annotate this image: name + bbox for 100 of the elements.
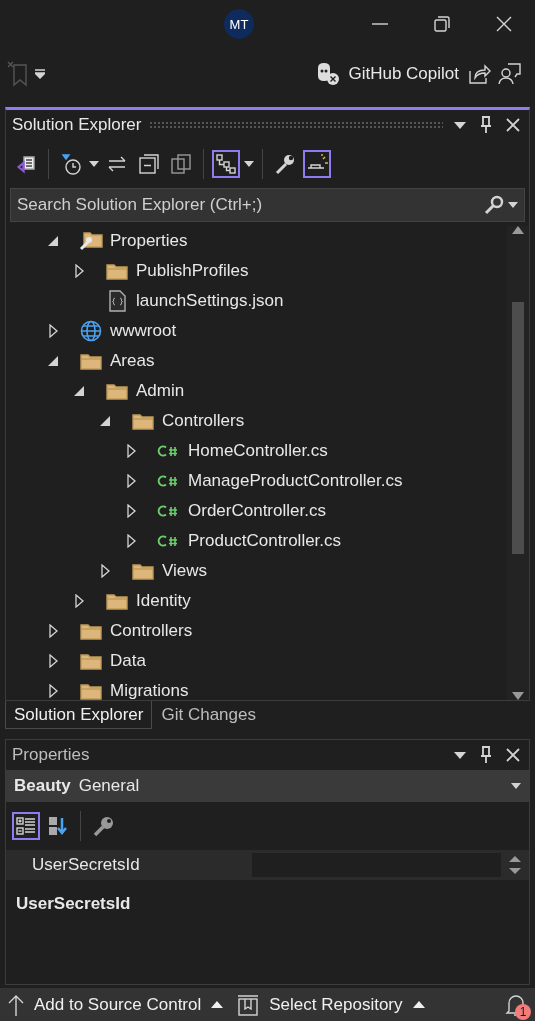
collapsed-arrow-icon[interactable] [74,264,84,278]
notification-badge: 1 [515,1003,531,1020]
collapsed-arrow-icon[interactable] [48,684,58,698]
folder-icon [132,412,154,430]
tree-item[interactable]: PublishProfiles [136,261,249,281]
history-icon [60,153,82,175]
search-field[interactable]: Search Solution Explorer (Ctrl+;) [17,189,480,221]
object-selector[interactable]: Beauty General [6,770,529,802]
collapsed-arrow-icon[interactable] [48,624,58,638]
folder-icon [80,622,102,640]
scroll-up-icon[interactable] [509,856,521,862]
tree-item[interactable]: Controllers [110,621,193,641]
user-avatar[interactable]: MT [224,9,254,39]
pin-icon [480,116,492,134]
collapsed-arrow-icon[interactable] [48,324,58,338]
caret-down-icon [454,751,466,759]
folder-icon [80,682,102,700]
close-icon [506,748,520,762]
scroll-down-icon[interactable] [509,868,521,874]
folder-icon [80,352,102,370]
property-name: UserSecretsId [31,854,141,876]
share-icon [468,63,492,85]
caret-down-icon [454,121,466,129]
collapsed-arrow-icon[interactable] [126,444,136,458]
caret-down-icon[interactable] [244,161,254,167]
alphabetical-icon [47,815,69,837]
close-icon [496,16,512,32]
collapse-icon [138,153,160,175]
pin-icon [480,746,492,764]
feedback-icon [498,62,522,86]
folder-icon [80,652,102,670]
overflow-icon [35,69,45,79]
caret-down-icon [508,202,518,208]
panel-title: Solution Explorer [12,115,142,135]
description-title: UserSecretsId [15,893,132,915]
collapsed-arrow-icon[interactable] [100,564,110,578]
caret-up-icon [412,1001,425,1008]
expanded-arrow-icon[interactable] [74,386,84,396]
collapsed-arrow-icon[interactable] [126,474,136,488]
arrow-up-icon [8,993,24,1016]
expanded-arrow-icon[interactable] [48,236,58,246]
folder-icon [106,262,128,280]
property-pages-icon [92,815,114,837]
wrench-folder-icon [79,231,103,251]
caret-up-icon [211,1001,224,1008]
tree-item[interactable]: launchSettings.json [136,291,284,311]
scroll-down-icon[interactable] [512,692,524,700]
folder-icon [106,382,128,400]
tree-item[interactable]: ManageProductController.cs [188,471,403,491]
search-icon [484,195,504,215]
tree-item[interactable]: wwwroot [110,321,177,341]
tree-item[interactable]: Areas [110,351,155,371]
tree-item[interactable]: Controllers [162,411,245,431]
repository-icon [237,993,260,1016]
folder-icon [132,562,154,580]
source-control-button[interactable]: Add to Source Control [4,993,228,1016]
collapsed-arrow-icon[interactable] [126,534,136,548]
restore-icon [434,16,450,32]
tree-item[interactable]: Properties [110,231,188,251]
bell-icon [505,992,527,1017]
bookmark-icon [7,61,29,87]
tree-item[interactable]: Migrations [110,681,189,700]
wrench-icon [274,153,296,175]
scroll-up-icon[interactable] [512,226,524,234]
folder-icon [106,592,128,610]
copilot-button[interactable]: GitHub Copilot [308,62,465,86]
tree-item[interactable]: HomeController.cs [188,441,328,461]
close-icon [506,118,520,132]
tree-view-icon [215,153,237,175]
categorized-button[interactable] [12,812,40,840]
expanded-arrow-icon[interactable] [100,416,110,426]
scrollbar-thumb[interactable] [512,302,524,554]
tree-view-button[interactable] [212,150,240,178]
globe-icon [80,320,102,342]
panel-title: Properties [12,745,90,765]
search-box[interactable]: Search Solution Explorer (Ctrl+;) [10,188,525,222]
tree-item[interactable]: Views [162,561,208,581]
panel-tab[interactable]: Git Changes [152,701,265,729]
copies-icon [170,153,192,175]
tree-item[interactable]: Admin [136,381,185,401]
caret-down-icon [511,783,521,789]
caret-down-icon[interactable] [89,161,99,167]
vs-doc-icon [15,153,37,175]
tree-item[interactable]: Data [110,651,146,671]
categorized-icon [15,815,37,837]
expanded-arrow-icon[interactable] [48,356,58,366]
collapsed-arrow-icon[interactable] [74,594,84,608]
tree-item[interactable]: ProductController.cs [188,531,342,551]
minimize-icon [372,23,388,25]
panel-tab[interactable]: Solution Explorer [5,701,153,729]
object-name: Beauty [14,776,71,796]
preview-button[interactable] [303,150,331,178]
repository-button[interactable]: Select Repository [233,993,429,1016]
json-file-icon [108,290,126,312]
tree-item[interactable]: Identity [136,591,191,611]
collapsed-arrow-icon[interactable] [48,654,58,668]
collapsed-arrow-icon[interactable] [126,504,136,518]
notifications-button[interactable]: 1 [501,989,531,1020]
tree-item[interactable]: OrderController.cs [188,501,326,521]
object-type: General [78,776,140,796]
